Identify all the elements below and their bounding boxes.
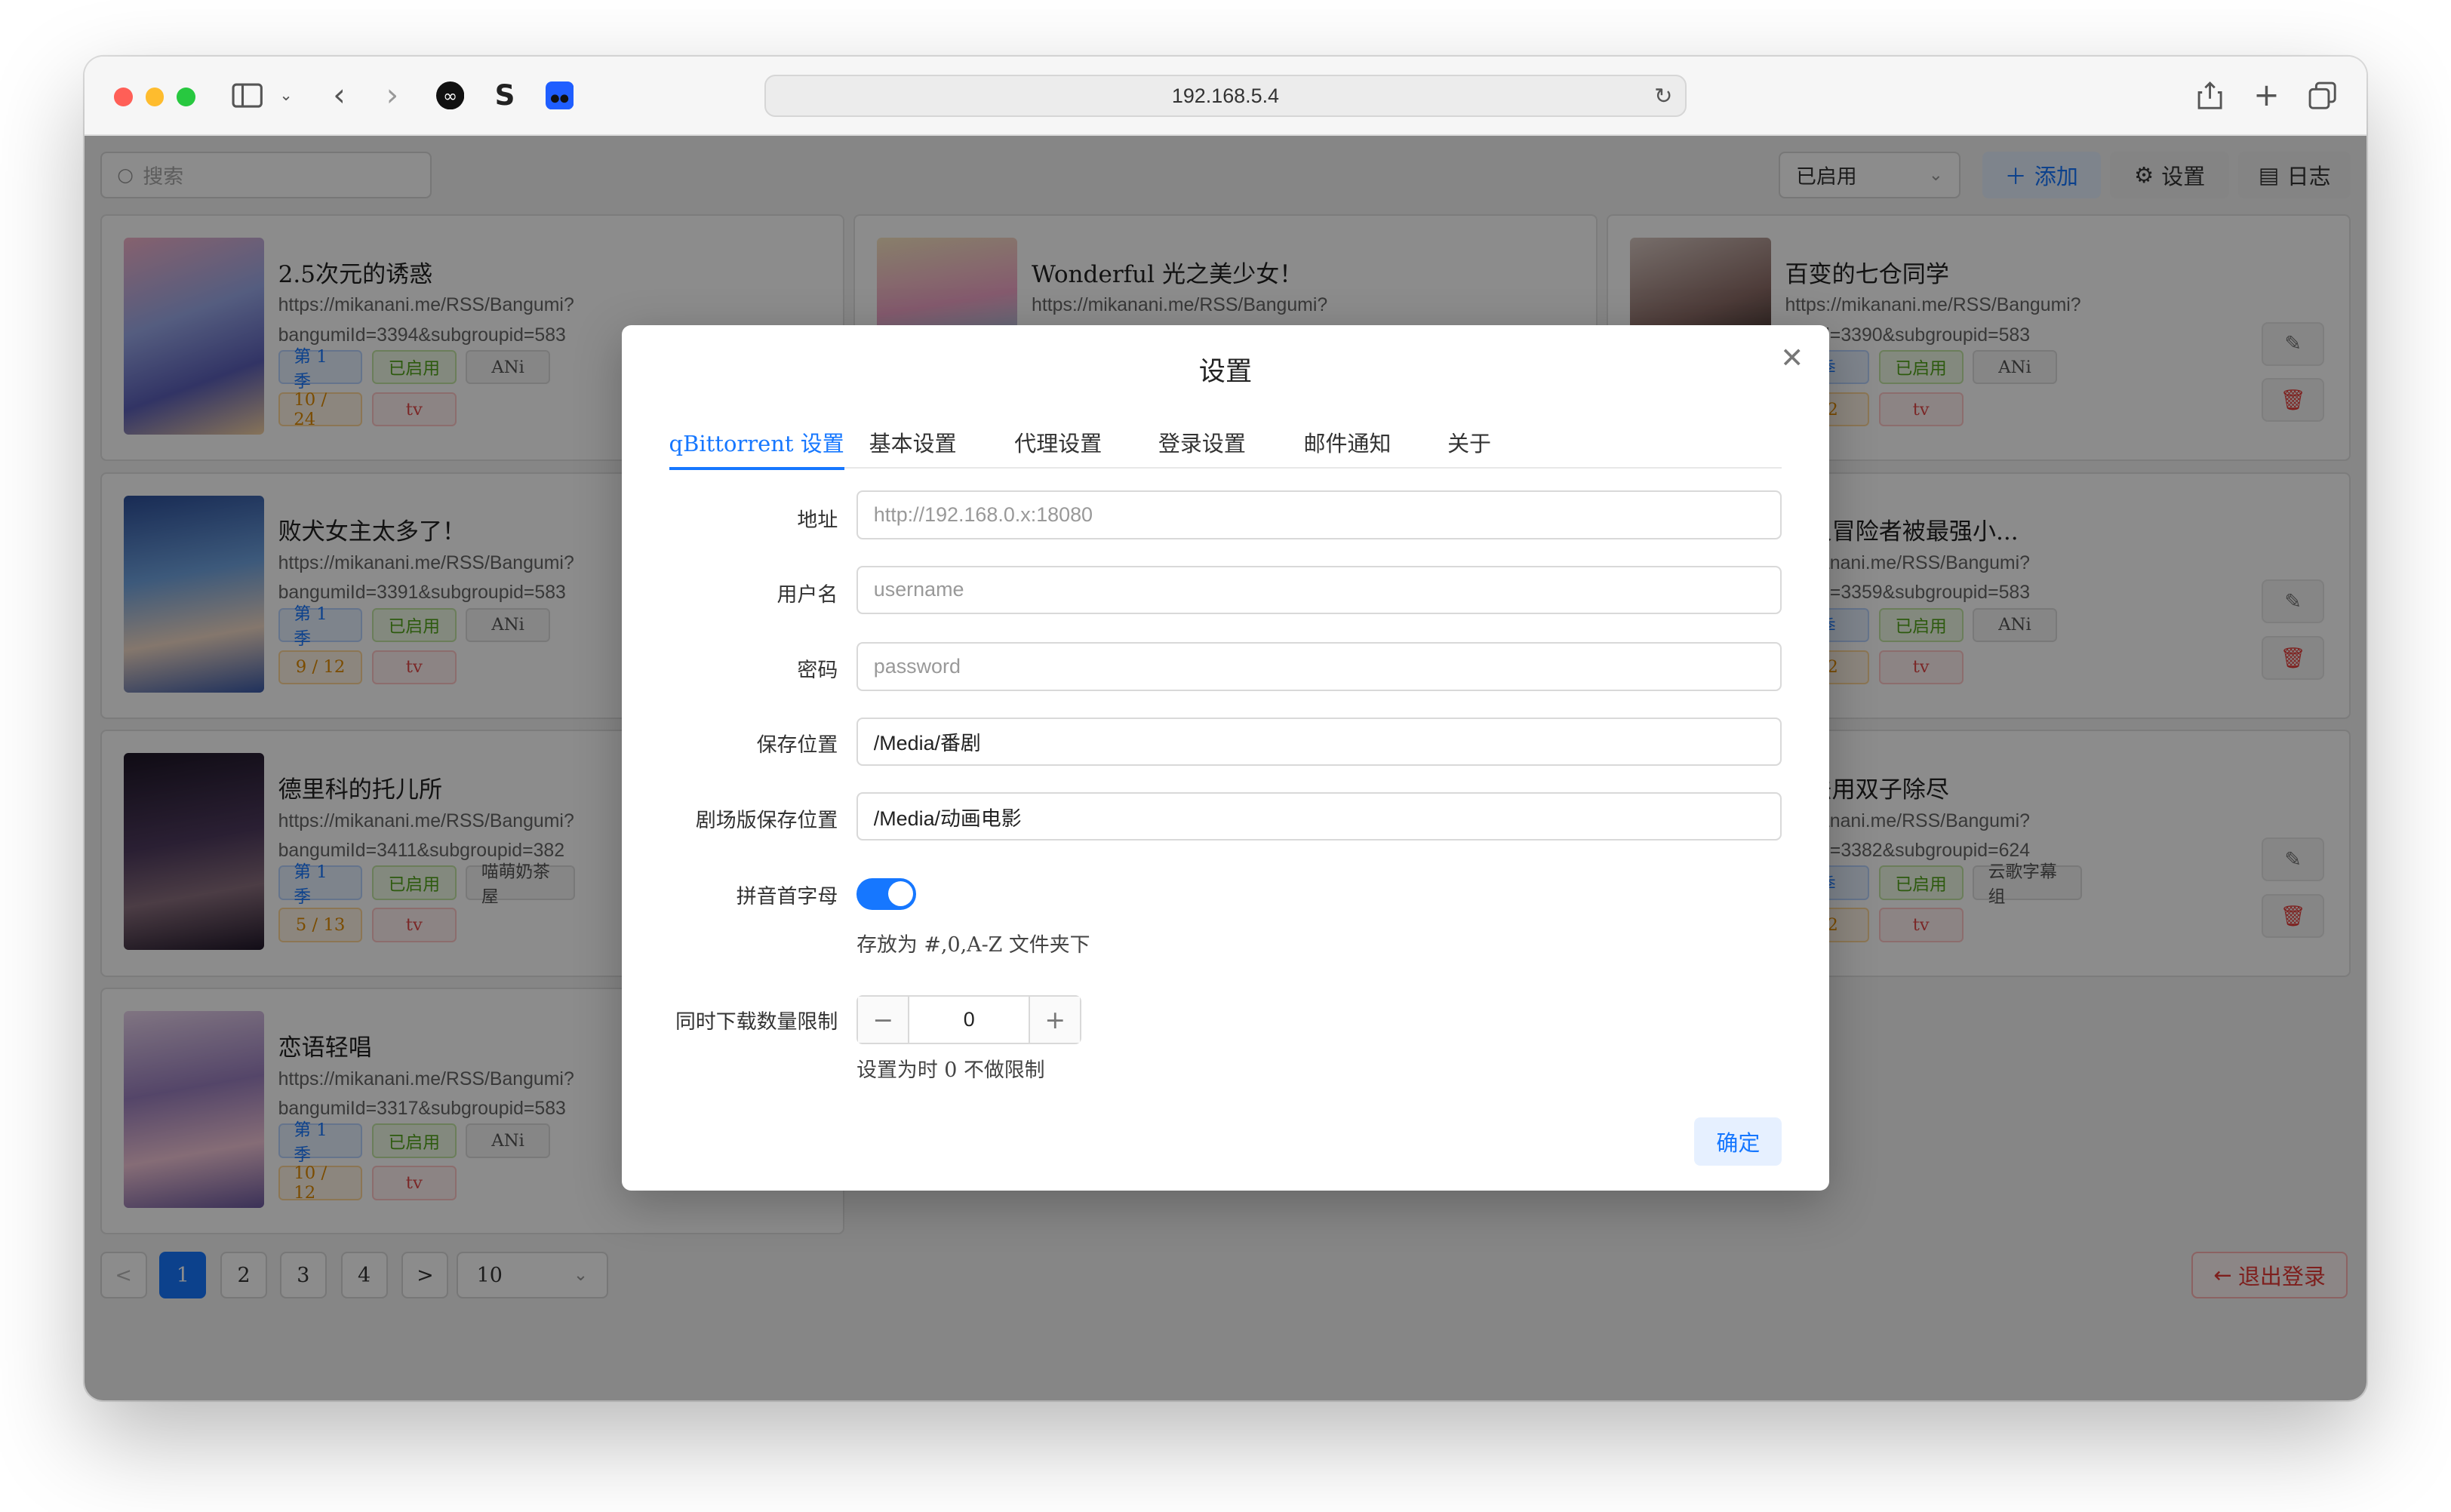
sidebar-toggle-icon[interactable]	[229, 78, 264, 113]
new-tab-icon[interactable]: +	[2251, 77, 2282, 113]
back-icon[interactable]: ‹	[327, 77, 352, 113]
save-path-label: 保存位置	[756, 733, 838, 758]
tab-email[interactable]: 邮件通知	[1304, 416, 1392, 469]
minimize-window-button[interactable]	[145, 87, 165, 106]
extension-s-icon[interactable]: S	[489, 78, 520, 113]
increment-button[interactable]: +	[1030, 997, 1081, 1043]
movie-path-label: 剧场版保存位置	[695, 808, 838, 832]
settings-tabs: qBittorrent 设置 基本设置 代理设置 登录设置 邮件通知 关于	[669, 416, 1782, 471]
svg-text:∞: ∞	[443, 87, 457, 106]
share-icon[interactable]	[2194, 78, 2225, 113]
browser-toolbar: ⌄ ‹ › ∞ S 192.168.5.4 ↻ +	[84, 56, 2367, 137]
browser-window: ⌄ ‹ › ∞ S 192.168.5.4 ↻ + ○ 搜索 已启用 ⌄ ＋ 添…	[84, 56, 2367, 1400]
pinyin-toggle[interactable]	[856, 878, 916, 910]
tab-login[interactable]: 登录设置	[1158, 416, 1246, 469]
download-limit-stepper: − 0 +	[856, 995, 1082, 1044]
username-input[interactable]	[856, 565, 1782, 615]
password-label: 密码	[797, 658, 838, 682]
tab-proxy[interactable]: 代理设置	[1014, 416, 1102, 469]
save-path-input[interactable]	[856, 717, 1782, 766]
extension-infinity-icon[interactable]: ∞	[435, 78, 466, 113]
chevron-down-icon[interactable]: ⌄	[277, 78, 296, 113]
address-bar[interactable]: 192.168.5.4 ↻	[764, 75, 1687, 118]
reload-icon[interactable]: ↻	[1654, 83, 1672, 109]
download-limit-label: 同时下载数量限制	[675, 1010, 838, 1034]
download-limit-hint: 设置为时 0 不做限制	[856, 1059, 1045, 1083]
tab-qbittorrent[interactable]: qBittorrent 设置	[669, 416, 845, 471]
zoom-window-button[interactable]	[177, 87, 195, 106]
settings-modal: 设置 ✕ qBittorrent 设置 基本设置 代理设置 登录设置 邮件通知 …	[622, 324, 1829, 1191]
app-content: ○ 搜索 已启用 ⌄ ＋ 添加 ⚙ 设置 ▤ 日志 2.5次元的诱惑 https…	[84, 136, 2367, 1400]
confirm-button[interactable]: 确定	[1694, 1117, 1782, 1166]
decrement-button[interactable]: −	[858, 997, 909, 1043]
forward-icon[interactable]: ›	[380, 77, 404, 113]
pinyin-hint: 存放为 #,0,A-Z 文件夹下	[856, 933, 1090, 957]
extension-blue-icon[interactable]	[544, 78, 575, 113]
pinyin-label: 拼音首字母	[736, 885, 838, 909]
close-icon[interactable]: ✕	[1780, 341, 1804, 374]
download-limit-value[interactable]: 0	[908, 997, 1031, 1043]
address-text: 192.168.5.4	[1171, 84, 1280, 107]
modal-title: 设置	[1198, 355, 1253, 387]
tab-overview-icon[interactable]	[2307, 78, 2338, 113]
movie-path-input[interactable]	[856, 792, 1782, 841]
username-label: 用户名	[777, 583, 838, 607]
address-input[interactable]	[856, 490, 1782, 539]
tab-about[interactable]: 关于	[1447, 416, 1491, 469]
password-input[interactable]	[856, 642, 1782, 691]
close-window-button[interactable]	[114, 87, 134, 106]
tab-basic[interactable]: 基本设置	[869, 416, 957, 469]
address-label: 地址	[797, 508, 838, 532]
